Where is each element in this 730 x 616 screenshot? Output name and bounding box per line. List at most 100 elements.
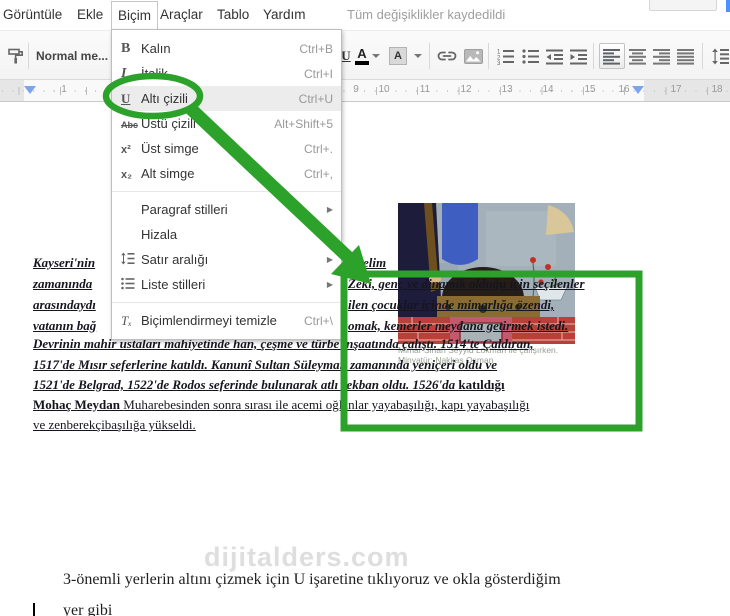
- menu-yardim[interactable]: Yardım: [263, 0, 306, 30]
- doc-text-fragment: 1517'de Mısır seferlerine katıldı. Kanun…: [33, 357, 497, 373]
- document-text-line: zamanında Zeki, genç ve dinamik olduğu iç…: [0, 276, 730, 294]
- justify-button[interactable]: [674, 44, 698, 68]
- highlight-color-icon: A: [389, 47, 407, 65]
- submenu-arrow-icon: ▶: [326, 255, 333, 264]
- increase-indent-button[interactable]: [567, 44, 591, 68]
- format-menu-item-alti-cizili[interactable]: U Altı çizili Ctrl+U: [112, 86, 341, 111]
- ruler-number: 10: [378, 84, 390, 95]
- format-menu-item-paragraf-stilleri[interactable]: Paragraf stilleri ▶: [112, 197, 341, 222]
- shortcut-label: Ctrl+,: [303, 166, 333, 181]
- decrease-indent-button[interactable]: [543, 44, 567, 68]
- toolbar-separator: [593, 43, 594, 69]
- bulleted-list-icon: [522, 48, 539, 64]
- document-text-line: arasındaydı ilen çocuklar içinde mimarlığ…: [0, 297, 730, 315]
- format-menu-item-ust-simge[interactable]: x² Üst simge Ctrl+.: [112, 136, 341, 161]
- comments-button-partial[interactable]: [649, 0, 717, 11]
- menu-item-label: Üstü çizili: [141, 116, 196, 131]
- document-text-line: vatanın bağ omak, kemerler meydana getirm…: [0, 318, 730, 336]
- menu-goruntule[interactable]: Görüntüle: [3, 0, 62, 30]
- document-canvas[interactable]: Mimar Sinan Seyyid Lokman ile çalışırken…: [0, 102, 730, 616]
- format-menu-item-liste-stilleri[interactable]: Liste stilleri ▶: [112, 272, 341, 297]
- text-color-dropdown-arrow[interactable]: [372, 54, 380, 58]
- align-center-button[interactable]: [626, 44, 650, 68]
- watermark: dijitalders.com: [204, 542, 410, 572]
- doc-text-span: omak, kemerler meydana getirmek istedi.: [348, 318, 569, 333]
- paragraph-line2: yer gibi: [63, 602, 113, 616]
- highlight-dropdown-arrow[interactable]: [414, 54, 422, 58]
- format-menu-item-bicimlendirmeyi-temizle[interactable]: Tₓ Biçimlendirmeyi temizle Ctrl+\: [112, 308, 341, 333]
- line-spacing-icon: [112, 252, 141, 267]
- format-menu-item-hizala[interactable]: Hizala ▶: [112, 222, 341, 247]
- format-menu-item-kalin[interactable]: B Kalın Ctrl+B: [112, 36, 341, 61]
- menu-araclar[interactable]: Araçlar: [160, 0, 203, 30]
- doc-text-fragment: arasındaydı: [33, 297, 96, 313]
- format-menu-item-satir-araligi[interactable]: Satır aralığı ▶: [112, 247, 341, 272]
- line-spacing-button[interactable]: [709, 44, 730, 68]
- align-left-icon: [603, 49, 620, 65]
- format-menu-item-i-talik[interactable]: I İtalik Ctrl+I: [112, 61, 341, 86]
- menu-separator: [112, 191, 341, 192]
- superscript-icon: x²: [121, 143, 131, 156]
- menu-ekle[interactable]: Ekle: [77, 0, 103, 30]
- menu-tablo[interactable]: Tablo: [217, 0, 249, 30]
- strikethrough-icon: Abc: [121, 120, 139, 130]
- doc-text-span: 1521'de Belgrad, 1522'de Rodos seferinde…: [33, 377, 459, 392]
- doc-text-fragment: Mohaç Meydan Muharebesinden sonra sırası…: [33, 397, 529, 413]
- doc-text-span: katıldığı: [458, 377, 505, 392]
- format-menu: B Kalın Ctrl+B I İtalik Ctrl+I U Altı çizili Ctr…: [111, 29, 342, 340]
- justify-icon: [677, 49, 694, 65]
- align-left-button[interactable]: [599, 43, 625, 69]
- increase-indent-icon: [570, 49, 587, 64]
- document-text-line: Devrinin mahir ustaları mahiyetinde han,…: [0, 336, 730, 354]
- doc-text-fragment: Kayseri'nin: [33, 255, 95, 271]
- shortcut-label: Ctrl+\: [303, 313, 333, 328]
- google-docs-window: Tüm değişiklikler kaydedildi Görüntüle Ek…: [0, 0, 730, 616]
- menu-item-label: İtalik: [141, 66, 168, 81]
- insert-link-button[interactable]: [435, 44, 459, 68]
- toolbar-separator: [488, 43, 489, 69]
- indent-marker-right[interactable]: [632, 86, 644, 94]
- doc-text-fragment: ve zenberekçibaşılığa yükseldi.: [33, 417, 196, 433]
- format-menu-item-alt-simge[interactable]: x₂ Alt simge Ctrl+,: [112, 161, 341, 186]
- doc-text-span: ilen çocuklar içinde mimarlığa özendi,: [348, 297, 555, 312]
- subscript-icon: x₂: [121, 168, 133, 181]
- ruler-number: 14: [542, 84, 554, 95]
- ruler-number: 11: [419, 84, 431, 95]
- link-icon: [437, 51, 457, 61]
- doc-text-span: zamanında: [33, 276, 93, 291]
- doc-text-fragment: ilen çocuklar içinde mimarlığa özendi,: [348, 297, 554, 313]
- share-button-partial[interactable]: [726, 0, 730, 12]
- text-cursor: [33, 603, 35, 616]
- toolbar-separator: [429, 43, 430, 69]
- bulleted-list-button[interactable]: [519, 44, 543, 68]
- doc-text-span: ve zenberekçibaşılığa yükseldi.: [33, 417, 196, 432]
- paragraph-style-selector[interactable]: Normal me...: [36, 31, 108, 81]
- ruler-number: 16: [618, 84, 630, 95]
- image-icon: [463, 48, 483, 64]
- document-text-line: 1521'de Belgrad, 1522'de Rodos seferinde…: [0, 377, 730, 395]
- numbered-list-button[interactable]: 12 3: [494, 44, 518, 68]
- doc-text-span: 1517'de Mısır seferlerine katıldı. Kanun…: [33, 357, 498, 372]
- insert-image-button[interactable]: [461, 44, 485, 68]
- ruler[interactable]: 1 2 9 10 11 12 13 14 15 16 17 18: [0, 80, 730, 102]
- indent-marker-left[interactable]: [24, 86, 36, 94]
- highlight-color-button[interactable]: A: [386, 44, 410, 68]
- doc-text-span: vatanın bağ: [33, 318, 97, 333]
- menu-bicim[interactable]: Biçim: [111, 1, 158, 30]
- ruler-number: 13: [501, 84, 513, 95]
- ruler-number: 12: [460, 84, 472, 95]
- format-menu-item-ustu-cizili[interactable]: Abc Üstü çizili Alt+Shift+5: [112, 111, 341, 136]
- ruler-number: 9: [353, 84, 359, 95]
- text-color-button[interactable]: A: [350, 44, 374, 68]
- submenu-arrow-icon: ▶: [326, 280, 333, 289]
- menu-item-label: Alt simge: [141, 166, 195, 181]
- paint-format-button[interactable]: [4, 44, 28, 68]
- shortcut-label: Ctrl+.: [303, 141, 333, 156]
- doc-text-span: elim: [363, 255, 387, 270]
- menu-item-label: Altı çizili: [141, 91, 188, 106]
- doc-text-span: Zeki, genç ve dinamik olduğu için seçile…: [348, 276, 585, 291]
- submenu-arrow-icon: ▶: [326, 205, 333, 214]
- doc-text-fragment: vatanın bağ: [33, 318, 96, 334]
- list-styles-icon: [112, 277, 141, 292]
- align-right-button[interactable]: [650, 44, 674, 68]
